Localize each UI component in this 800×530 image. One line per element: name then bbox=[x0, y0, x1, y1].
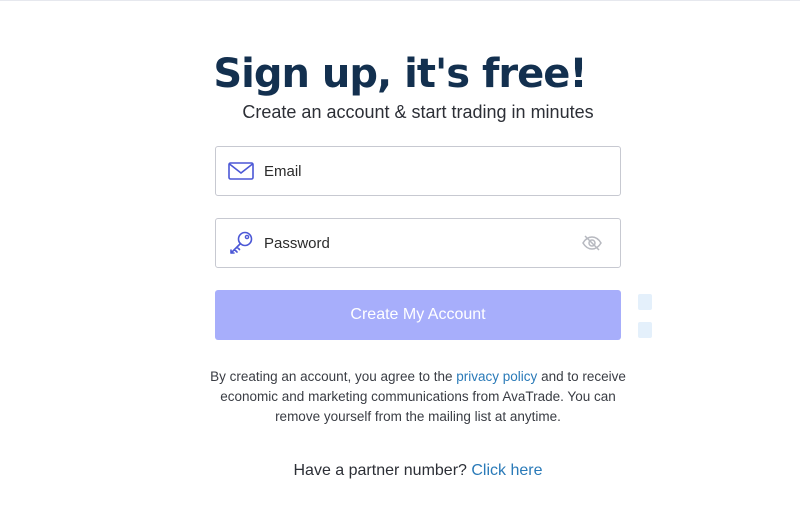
create-account-button[interactable]: Create My Account bbox=[215, 290, 621, 340]
page-subtitle: Create an account & start trading in min… bbox=[242, 102, 594, 122]
partner-prompt-text: Have a partner number? bbox=[293, 462, 472, 479]
email-input[interactable] bbox=[264, 156, 620, 186]
email-field[interactable] bbox=[215, 146, 621, 196]
legal-text: By creating an account, you agree to the… bbox=[200, 367, 636, 427]
top-divider bbox=[0, 0, 800, 1]
side-decoration bbox=[638, 294, 652, 310]
signup-page: Sign up, it's free! Create an account & … bbox=[0, 0, 800, 530]
eye-hidden-icon[interactable] bbox=[580, 231, 604, 255]
envelope-icon bbox=[228, 158, 254, 184]
password-input[interactable] bbox=[264, 228, 580, 258]
side-decoration bbox=[638, 322, 652, 338]
legal-prefix: By creating an account, you agree to the bbox=[210, 369, 457, 384]
partner-click-here-link[interactable]: Click here bbox=[471, 462, 542, 479]
privacy-policy-link[interactable]: privacy policy bbox=[456, 369, 537, 384]
key-icon bbox=[228, 230, 254, 256]
partner-prompt: Have a partner number? Click here bbox=[0, 460, 800, 482]
page-title: Sign up, it's free! bbox=[213, 51, 587, 97]
password-field[interactable] bbox=[215, 218, 621, 268]
